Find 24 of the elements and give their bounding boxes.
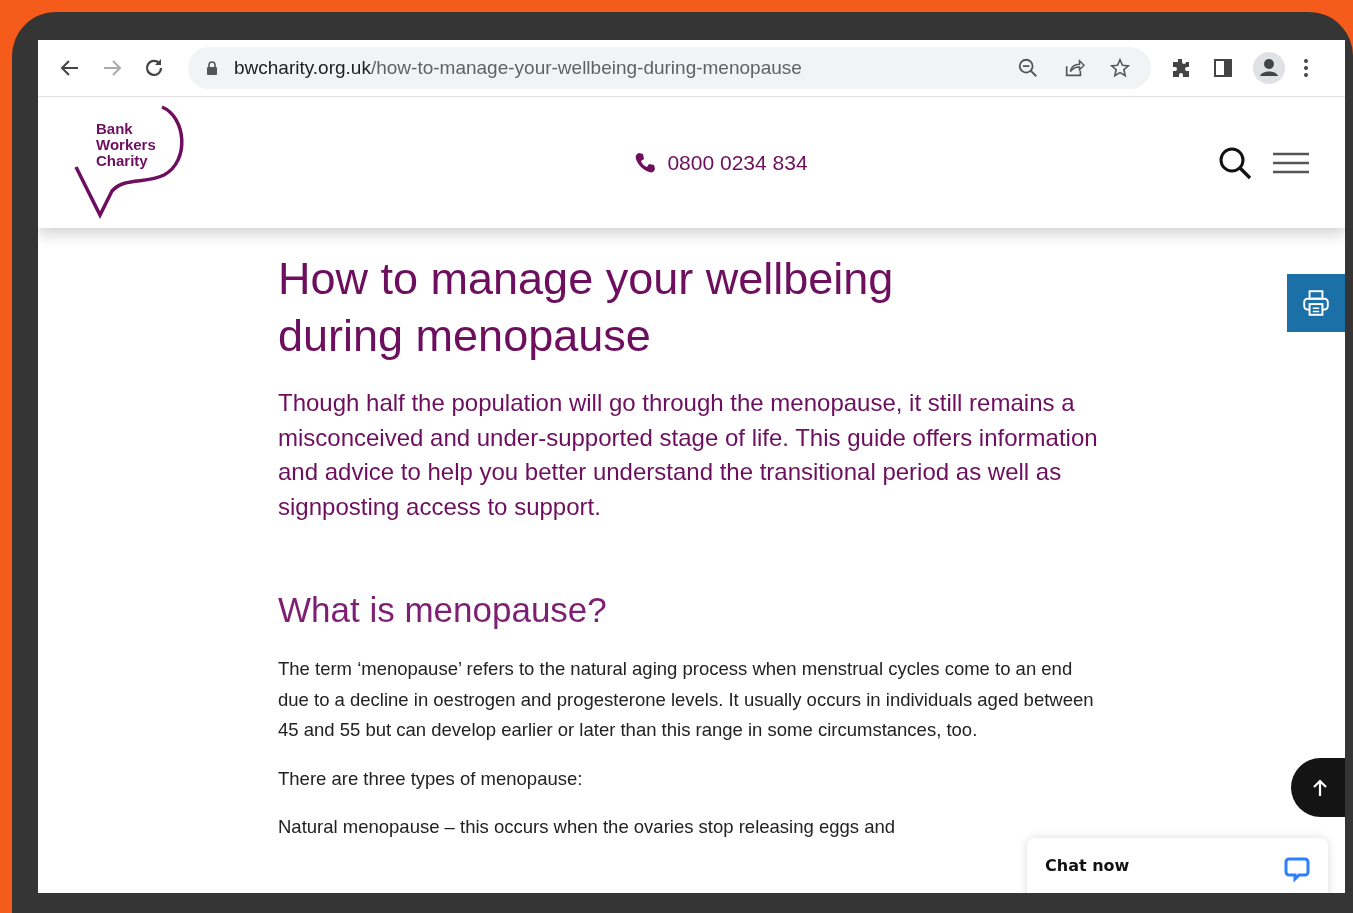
lock-icon bbox=[206, 61, 218, 75]
phone-icon bbox=[633, 150, 658, 175]
star-icon[interactable] bbox=[1109, 57, 1131, 79]
back-to-top-button[interactable] bbox=[1291, 758, 1345, 817]
section-heading: What is menopause? bbox=[278, 589, 608, 631]
print-button[interactable] bbox=[1287, 274, 1345, 332]
menu-icon[interactable] bbox=[1273, 151, 1309, 174]
intro-text: Though half the population will go through the menopause, it still remains a misconceived and under-supported stage of life. This guide offers information and advice to help you better understand the transitional period as well as signposting access to support. bbox=[278, 388, 1098, 522]
phone-number[interactable]: 0800 0234 834 bbox=[667, 150, 808, 175]
menu-icon[interactable] bbox=[1303, 56, 1309, 80]
chat-label[interactable]: Chat now bbox=[1045, 856, 1130, 875]
logo-text[interactable]: Bank Workers Charity bbox=[96, 121, 156, 169]
side-panel-icon[interactable] bbox=[1211, 56, 1235, 80]
body-paragraph: There are three types of menopause: bbox=[278, 766, 584, 791]
body-paragraph: The term ‘menopause’ refers to the natural aging process when menstrual cycles come to an end due to a decline in oestrogen and progesterone levels. It usually occurs in individuals aged between 45 and 55 but can develop earlier or later than this range in some circumstances, too. bbox=[278, 657, 1095, 742]
printer-icon bbox=[1301, 288, 1331, 318]
article-title: How to manage your wellbeing during menopause bbox=[278, 252, 895, 363]
share-icon[interactable] bbox=[1063, 57, 1085, 79]
profile-icon[interactable] bbox=[1253, 52, 1285, 84]
body-paragraph: Natural menopause – this occurs when the ovaries stop releasing eggs and bbox=[278, 815, 897, 839]
address-bar[interactable]: bwcharity.org.uk/how-to-manage-your-wellbeing-during-menopause bbox=[188, 47, 1151, 89]
zoom-out-icon[interactable] bbox=[1017, 57, 1039, 79]
chat-bubble-icon[interactable] bbox=[1284, 856, 1310, 882]
chat-widget[interactable]: Chat now bbox=[1027, 838, 1328, 893]
